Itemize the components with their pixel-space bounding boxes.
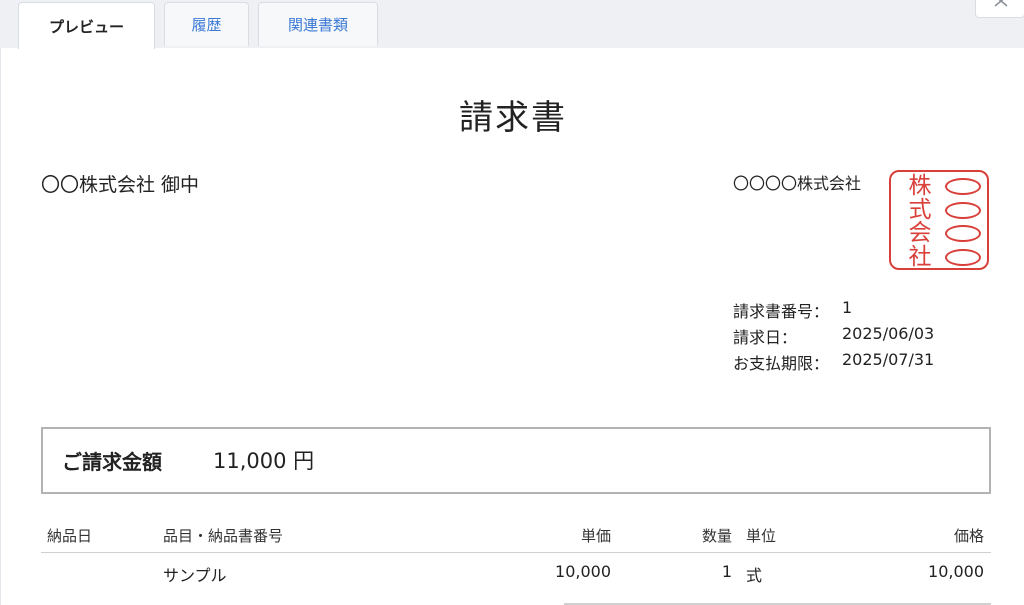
column-header-price: 価格 (953, 527, 984, 545)
tab-related-documents[interactable]: 関連書類 (258, 2, 378, 46)
seal-ring-mark (945, 178, 981, 195)
recipient-name: 〇〇株式会社 御中 (41, 174, 200, 196)
seal-ring-mark (945, 225, 981, 242)
invoice-date-label: 請求日： (733, 328, 798, 347)
seal-char: 株 (908, 173, 932, 199)
invoice-preview: 請求書 〇〇株式会社 御中 〇〇〇〇株式会社 株 式 会 社 請求書番号： 1 … (0, 48, 1024, 605)
total-amount-label: ご請求金額 (62, 450, 162, 474)
cell-unit: 式 (746, 566, 763, 585)
seal-ring-mark (945, 248, 981, 266)
tab-preview[interactable]: プレビュー (18, 2, 155, 49)
invoice-number-label: 請求書番号： (733, 302, 830, 321)
seal-char: 式 (908, 196, 932, 223)
seal-placeholder-marks (945, 178, 981, 272)
seal-characters: 株 式 会 社 (897, 173, 943, 270)
company-seal: 株 式 会 社 (889, 170, 989, 270)
column-header-item: 品目・納品書番号 (163, 527, 284, 545)
due-date-label: お支払期限： (733, 354, 830, 373)
column-header-unit: 単位 (746, 527, 777, 545)
column-header-quantity: 数量 (701, 527, 732, 545)
close-icon (994, 0, 1008, 7)
cell-unit-price: 10,000 (555, 562, 611, 581)
seal-char: 社 (908, 243, 932, 270)
table-header-divider (41, 552, 991, 553)
invoice-number-value: 1 (842, 298, 853, 317)
due-date-value: 2025/07/31 (842, 350, 935, 369)
total-amount-value: 11,000 円 (213, 449, 315, 473)
total-amount-box: ご請求金額 11,000 円 (41, 427, 991, 494)
column-header-unit-price: 単価 (580, 527, 611, 545)
tab-bar: プレビュー 履歴 関連書類 (0, 0, 1024, 49)
seal-ring-mark (945, 201, 981, 219)
cell-quantity: 1 (721, 562, 732, 581)
close-button[interactable] (975, 0, 1024, 18)
cell-price: 10,000 (928, 562, 984, 581)
cell-item: サンプル (163, 566, 227, 585)
document-title: 請求書 (459, 98, 567, 138)
issuer-name: 〇〇〇〇株式会社 (733, 174, 862, 193)
column-header-delivery-date: 納品日 (47, 527, 93, 545)
invoice-date-value: 2025/06/03 (842, 324, 935, 343)
tab-history[interactable]: 履歴 (164, 2, 249, 46)
seal-char: 会 (908, 220, 932, 246)
